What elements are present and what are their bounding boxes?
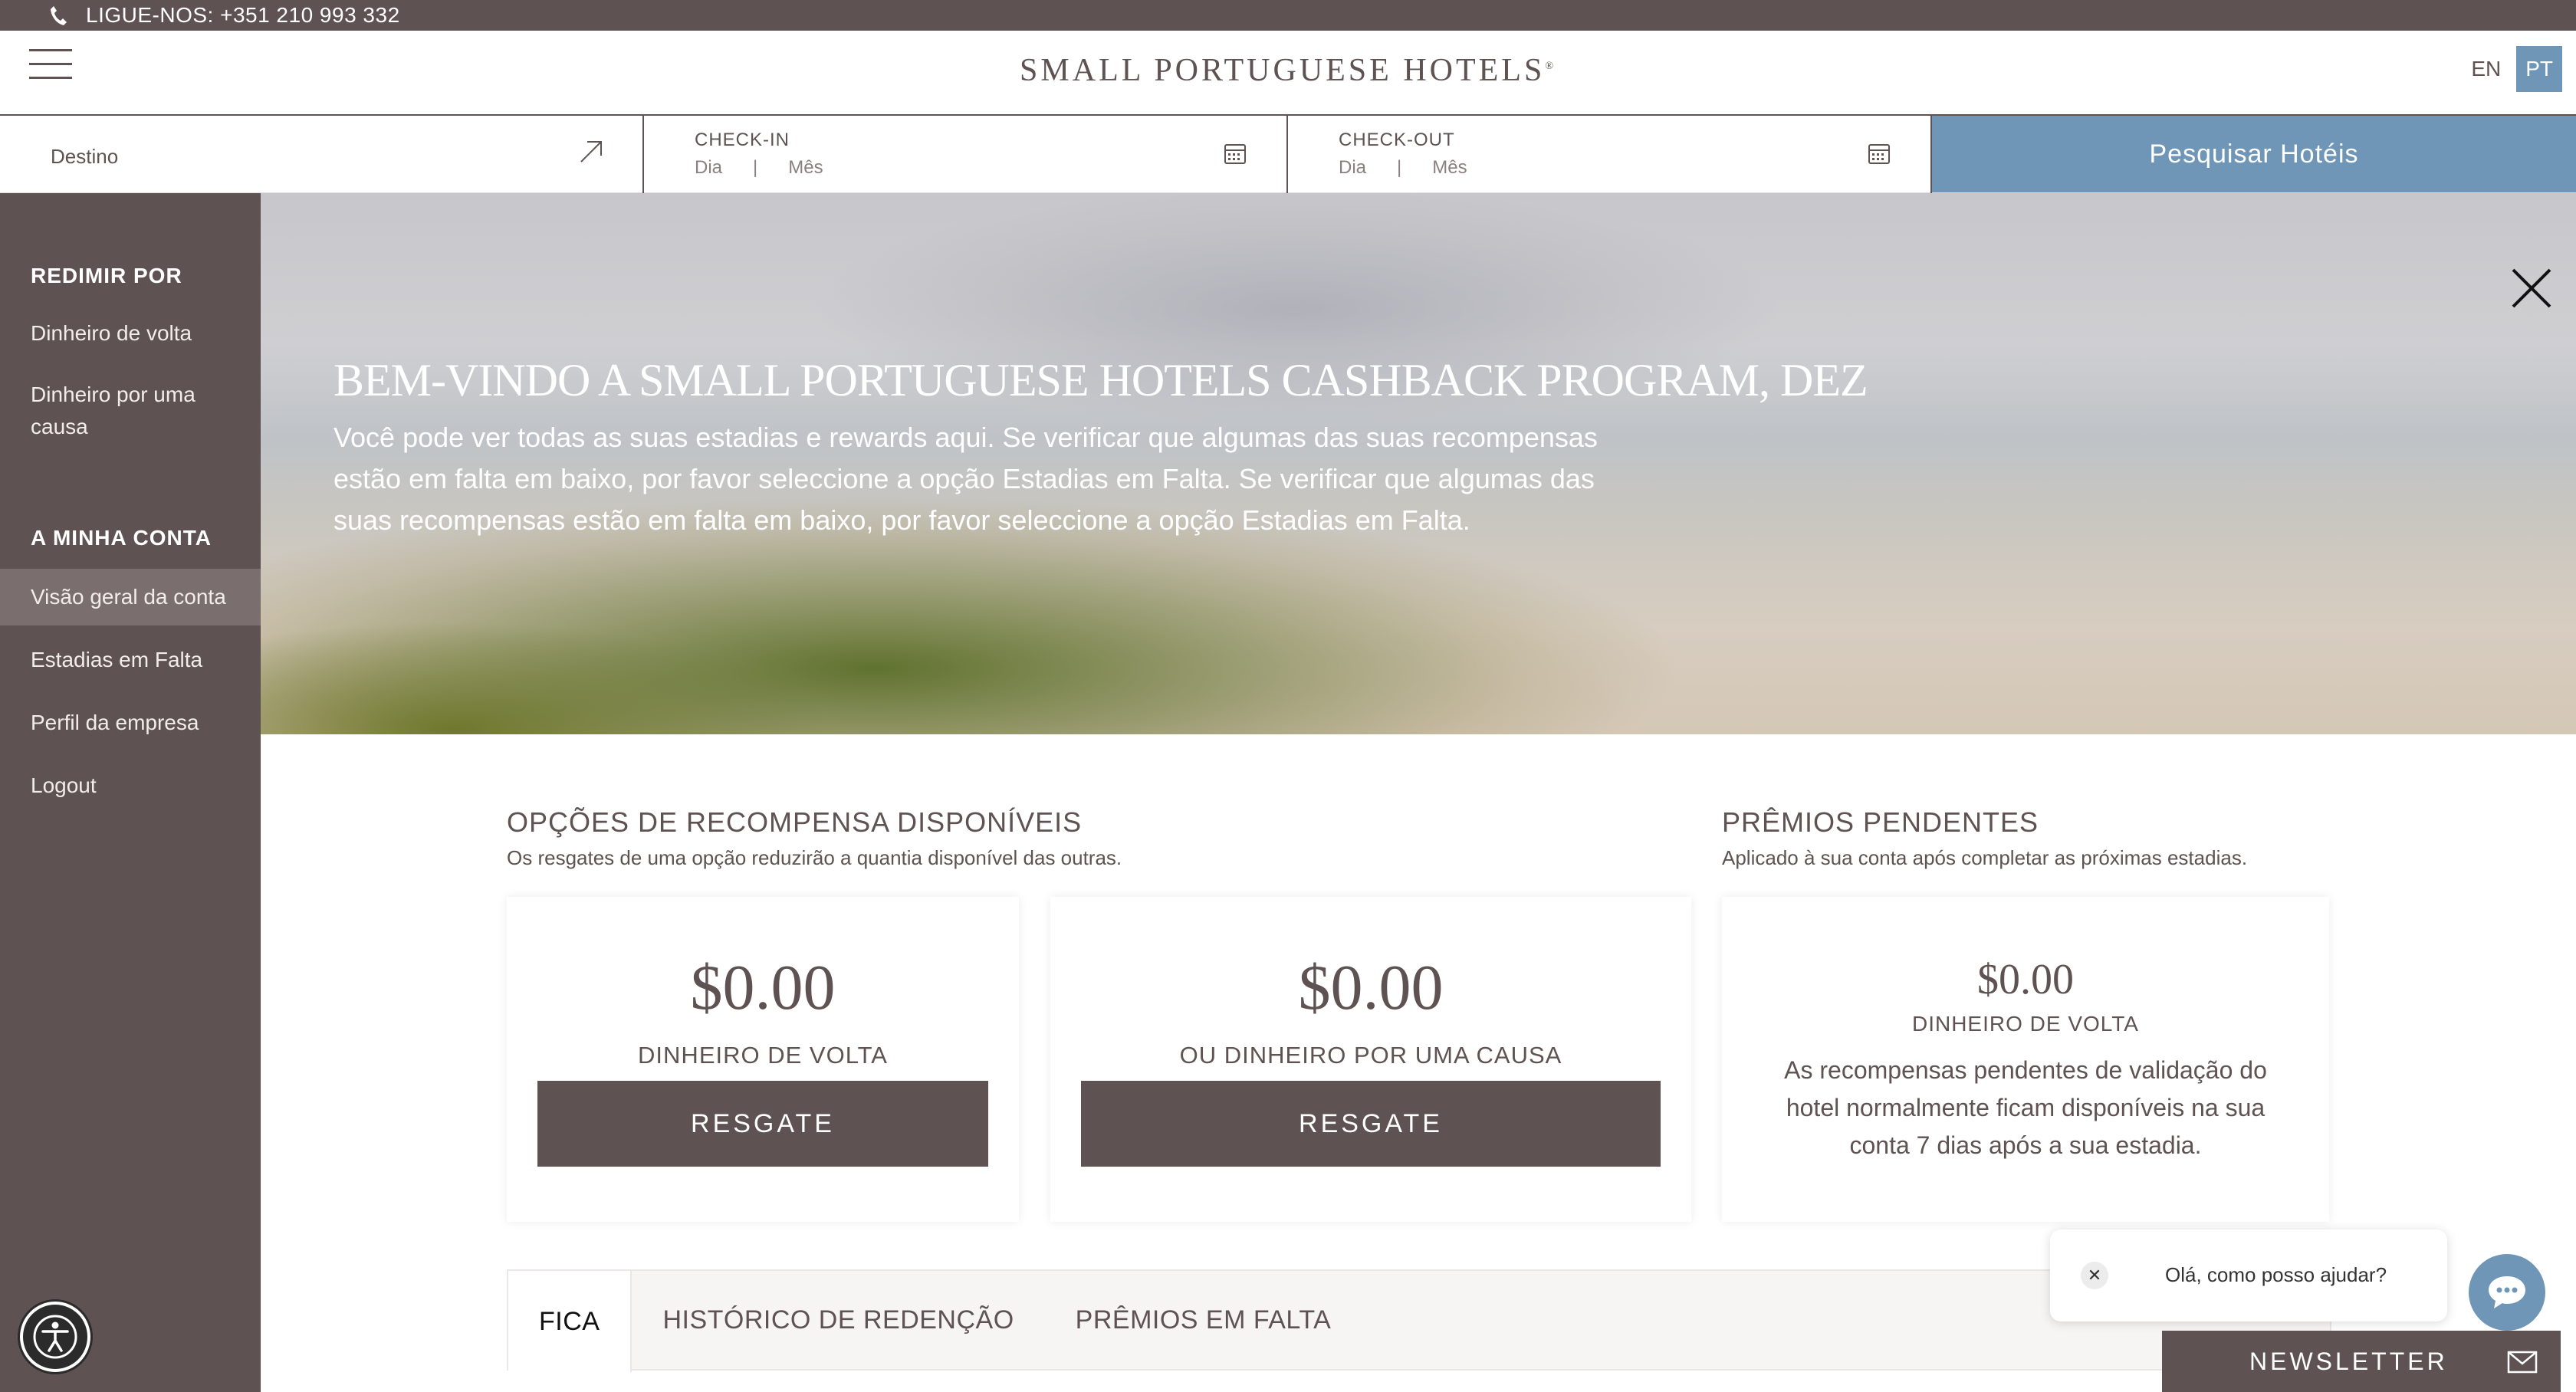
sidebar-item-logout[interactable]: Logout <box>0 770 261 802</box>
newsletter-label: NEWSLETTER <box>2249 1347 2448 1375</box>
hotel-search-bar: Destino CHECK-IN Dia | Mês CHECK-OUT Dia… <box>0 116 2576 193</box>
sidebar-item-missing-stays[interactable]: Estadias em Falta <box>0 644 261 676</box>
accessibility-icon[interactable] <box>20 1302 90 1372</box>
calendar-icon[interactable] <box>1224 142 1247 165</box>
cause-amount: $0.00 <box>1298 952 1444 1023</box>
pending-amount: $0.00 <box>1977 956 2074 1003</box>
checkin-field[interactable]: CHECK-IN Dia | Mês <box>644 116 1288 193</box>
welcome-hero: BEM-VINDO A SMALL PORTUGUESE HOTELS CASH… <box>261 193 2576 734</box>
sidebar-heading-redeem: REDIMIR POR <box>31 264 182 287</box>
chat-launcher-button[interactable] <box>2469 1254 2545 1331</box>
pending-note: As recompensas pendentes de validação do… <box>1784 1056 2267 1159</box>
cashback-amount: $0.00 <box>690 952 836 1023</box>
hero-description: Você pode ver todas as suas estadias e r… <box>334 422 1598 536</box>
account-sidebar: REDIMIR POR Dinheiro de volta Dinheiro p… <box>0 193 261 1392</box>
mail-icon <box>2507 1351 2538 1374</box>
chat-close-icon[interactable]: ✕ <box>2081 1262 2108 1289</box>
checkout-separator: | <box>1397 157 1402 178</box>
accessibility-figure-icon <box>33 1315 77 1359</box>
rewards-title: OPÇÕES DE RECOMPENSA DISPONÍVEIS <box>507 806 1083 838</box>
sidebar-item-account-overview[interactable]: Visão geral da conta <box>0 569 261 625</box>
cause-caption: OU DINHEIRO POR UMA CAUSA <box>1179 1042 1562 1069</box>
checkin-separator: | <box>753 157 758 178</box>
arrow-up-right-icon <box>580 141 602 163</box>
destination-field[interactable]: Destino <box>0 116 644 193</box>
checkout-label: CHECK-OUT <box>1339 130 1455 150</box>
sidebar-heading-my-account: A MINHA CONTA <box>31 526 212 550</box>
cashback-card: $0.00 DINHEIRO DE VOLTA RESGATE <box>507 897 1019 1222</box>
destination-placeholder: Destino <box>51 145 119 168</box>
pending-subtitle: Aplicado à sua conta após completar as p… <box>1722 846 2248 869</box>
lang-pt-button[interactable]: PT <box>2516 46 2562 92</box>
checkin-label: CHECK-IN <box>695 130 790 150</box>
checkout-day: Dia <box>1339 157 1367 178</box>
phone-icon <box>51 6 67 25</box>
language-switcher: EN PT <box>2463 46 2562 92</box>
checkin-day: Dia <box>695 157 723 178</box>
sidebar-item-cashback[interactable]: Dinheiro de volta <box>0 317 261 350</box>
search-hotels-button[interactable]: Pesquisar Hotéis <box>1932 116 2576 192</box>
sidebar-item-company-profile[interactable]: Perfil da empresa <box>0 707 261 739</box>
chat-prompt-bubble[interactable]: ✕ Olá, como posso ajudar? <box>2050 1229 2447 1321</box>
hero-title: BEM-VINDO A SMALL PORTUGUESE HOTELS CASH… <box>334 355 1868 405</box>
redeem-cause-button[interactable]: RESGATE <box>1081 1081 1661 1167</box>
tab-stays[interactable]: FICA <box>508 1271 632 1372</box>
tab-redemption-history[interactable]: HISTÓRICO DE REDENÇÃO <box>632 1271 1044 1369</box>
site-logo[interactable]: SMALL PORTUGUESE HOTELS® <box>0 52 2576 89</box>
chat-message: Olá, como posso ajudar? <box>2165 1263 2387 1286</box>
sidebar-item-cash-for-cause[interactable]: Dinheiro por uma causa <box>0 379 230 443</box>
site-header: SMALL PORTUGUESE HOTELS® EN PT <box>0 31 2576 116</box>
redeem-cashback-button[interactable]: RESGATE <box>537 1081 988 1167</box>
close-icon[interactable] <box>2510 267 2553 310</box>
calendar-icon[interactable] <box>1868 142 1891 165</box>
checkin-month: Mês <box>788 157 823 178</box>
pending-card: $0.00 DINHEIRO DE VOLTA As recompensas p… <box>1722 897 2329 1222</box>
logo-text: SMALL PORTUGUESE HOTELS <box>1020 53 1546 88</box>
newsletter-button[interactable]: NEWSLETTER <box>2162 1331 2561 1392</box>
phone-number-link[interactable]: LIGUE-NOS: +351 210 993 332 <box>86 3 400 28</box>
checkout-month: Mês <box>1432 157 1467 178</box>
cause-card: $0.00 OU DINHEIRO POR UMA CAUSA RESGATE <box>1050 897 1691 1222</box>
pending-caption: DINHEIRO DE VOLTA <box>1911 1012 2139 1036</box>
logo-registered-mark: ® <box>1545 61 1556 72</box>
top-contact-bar: LIGUE-NOS: +351 210 993 332 <box>0 0 2576 31</box>
tab-missing-rewards[interactable]: PRÊMIOS EM FALTA <box>1045 1271 1362 1369</box>
checkout-field[interactable]: CHECK-OUT Dia | Mês <box>1288 116 1932 193</box>
rewards-subtitle: Os resgates de uma opção reduzirão a qua… <box>507 846 1122 869</box>
cashback-caption: DINHEIRO DE VOLTA <box>638 1042 888 1069</box>
chat-bubble-icon <box>2489 1276 2525 1308</box>
lang-en-button[interactable]: EN <box>2463 46 2509 92</box>
pending-title: PRÊMIOS PENDENTES <box>1722 806 2039 838</box>
